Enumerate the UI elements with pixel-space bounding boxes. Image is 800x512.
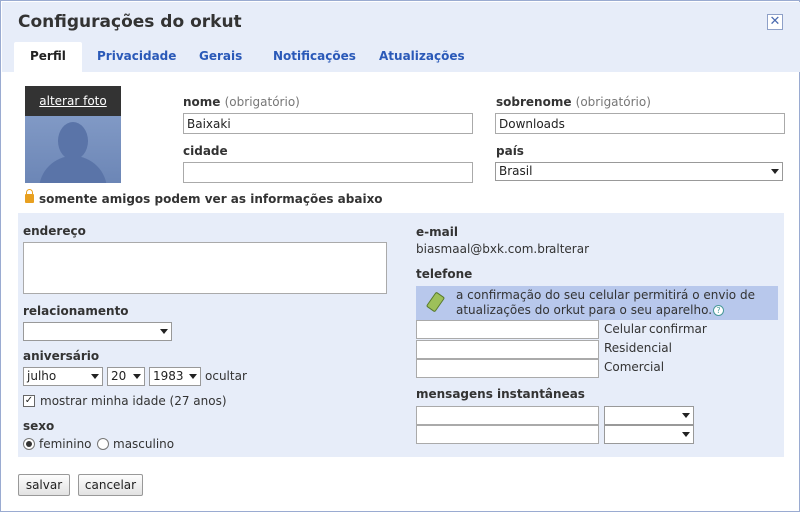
birth-day-select[interactable]: 20 (107, 367, 145, 386)
birth-year-select[interactable]: 1983 (149, 367, 201, 386)
sobrenome-label: sobrenome (obrigatório) (496, 95, 651, 109)
pais-select[interactable]: Brasil (495, 162, 783, 181)
residencial-label: Residencial (604, 341, 672, 355)
dialog-title: Configurações do orkut (18, 12, 242, 32)
email-label: e-mail (416, 225, 458, 239)
radio-feminino[interactable] (23, 438, 35, 450)
tab-notificacoes[interactable]: Notificações (273, 42, 356, 72)
comercial-input[interactable] (416, 359, 599, 378)
avatar-placeholder-head (58, 122, 88, 160)
relacionamento-label: relacionamento (23, 304, 129, 318)
avatar-placeholder-body (39, 156, 107, 183)
settings-dialog: Configurações do orkut ✕ Perfil Privacid… (0, 0, 800, 512)
phone-confirm-notice: a confirmação do seu celular permitirá o… (416, 286, 778, 320)
cellphone-icon (425, 291, 446, 313)
email-value: biasmaal@bxk.com.br (416, 242, 550, 256)
tab-gerais[interactable]: Gerais (199, 42, 242, 72)
chevron-down-icon (771, 169, 779, 174)
relacionamento-select[interactable] (23, 322, 172, 341)
save-button[interactable]: salvar (18, 474, 70, 496)
endereco-label: endereço (23, 224, 86, 238)
cancel-button[interactable]: cancelar (78, 474, 143, 496)
aniversario-label: aniversário (23, 349, 100, 363)
hide-birthday-link[interactable]: ocultar (205, 369, 247, 383)
im-service-select-1[interactable] (604, 406, 694, 425)
close-icon[interactable]: ✕ (767, 14, 783, 30)
tab-atualizacoes[interactable]: Atualizações (379, 42, 465, 72)
nome-input[interactable] (183, 113, 473, 134)
show-age-label: mostrar minha idade (27 anos) (40, 394, 227, 408)
sexo-label: sexo (23, 419, 55, 433)
change-email-link[interactable]: alterar (549, 242, 589, 256)
chevron-down-icon (160, 329, 168, 334)
pais-label: país (496, 144, 524, 158)
im-input-1[interactable] (416, 406, 599, 425)
comercial-label: Comercial (604, 360, 665, 374)
nome-label: nome (obrigatório) (183, 95, 300, 109)
tab-privacidade[interactable]: Privacidade (97, 42, 176, 72)
im-label: mensagens instantâneas (416, 387, 585, 401)
help-icon[interactable]: ? (713, 305, 725, 316)
cidade-label: cidade (183, 144, 228, 158)
im-input-2[interactable] (416, 425, 599, 444)
endereco-textarea[interactable] (23, 242, 387, 294)
sobrenome-input[interactable] (495, 113, 785, 134)
confirm-phone-link[interactable]: confirmar (649, 322, 707, 336)
chevron-down-icon (682, 413, 690, 418)
celular-label: Celular (604, 322, 647, 336)
chevron-down-icon (91, 374, 99, 379)
masculino-label: masculino (113, 437, 175, 451)
lock-icon (25, 189, 34, 203)
residencial-input[interactable] (416, 340, 599, 359)
birth-month-select[interactable]: julho (23, 367, 103, 386)
change-photo-link[interactable]: alterar foto (25, 86, 121, 116)
cidade-input[interactable] (183, 162, 473, 183)
chevron-down-icon (133, 374, 141, 379)
show-age-checkbox[interactable]: ✓ (23, 395, 35, 407)
profile-photo: alterar foto (25, 86, 121, 183)
tab-bar: Perfil Privacidade Gerais Notificações A… (2, 42, 800, 72)
tab-perfil[interactable]: Perfil (14, 42, 82, 72)
chevron-down-icon (682, 432, 690, 437)
feminino-label: feminino (39, 437, 92, 451)
im-service-select-2[interactable] (604, 425, 694, 444)
chevron-down-icon (189, 374, 197, 379)
privacy-notice: somente amigos podem ver as informações … (25, 189, 383, 206)
telefone-label: telefone (416, 267, 473, 281)
radio-masculino[interactable] (97, 438, 109, 450)
celular-input[interactable] (416, 320, 599, 339)
dialog-header: Configurações do orkut ✕ (2, 2, 800, 42)
